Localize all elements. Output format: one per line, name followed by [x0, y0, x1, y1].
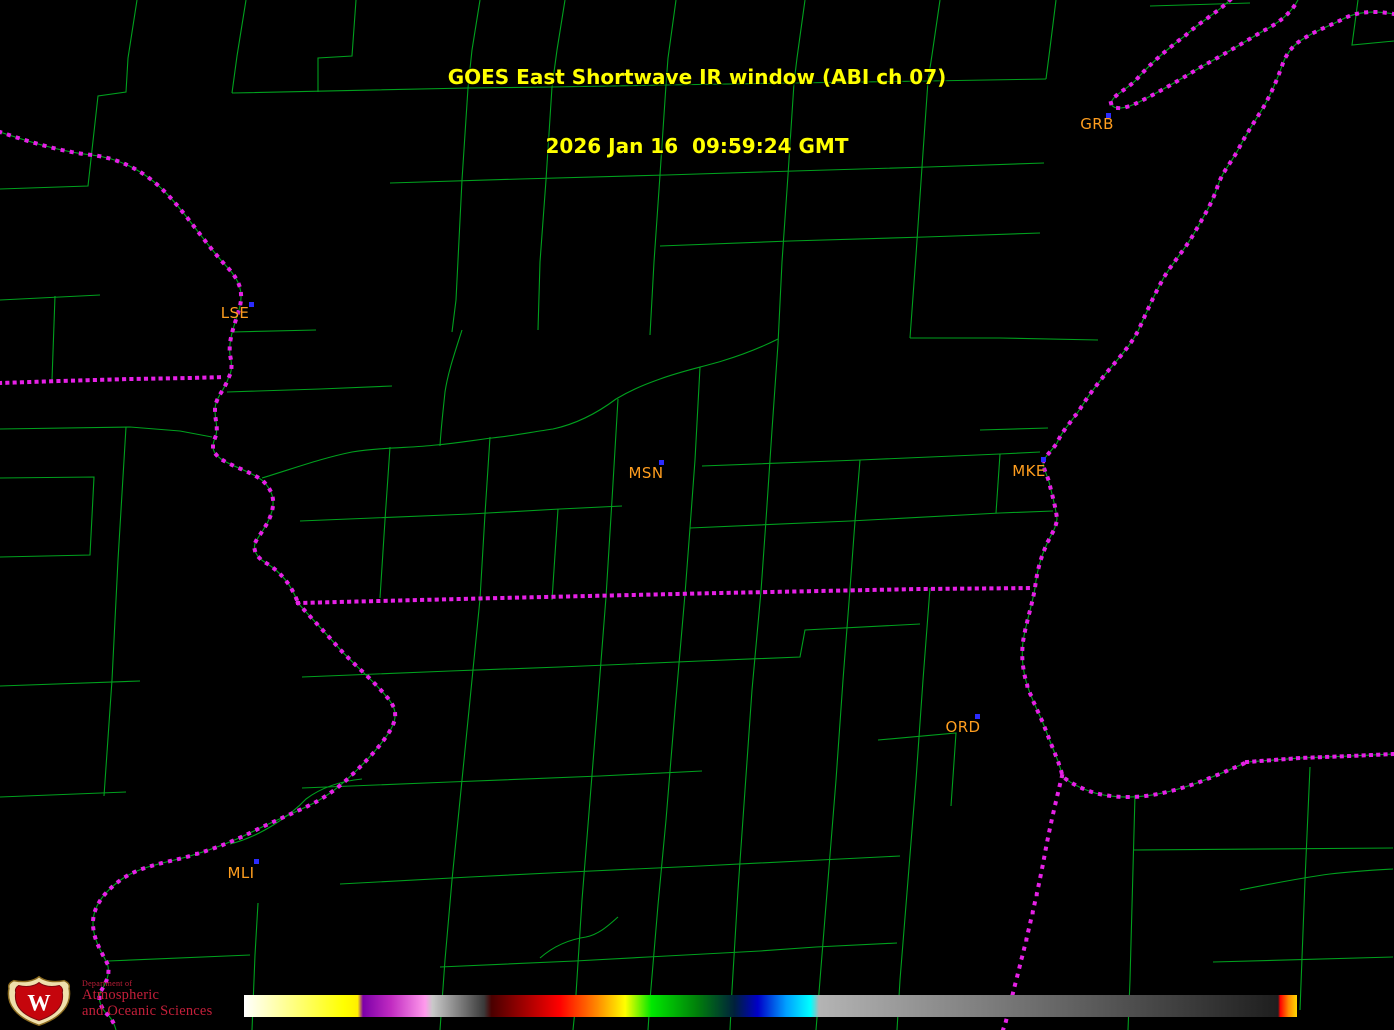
station-dot-LSE	[249, 302, 254, 307]
station-label-MKE: MKE	[1012, 462, 1045, 480]
title-line-2: 2026 Jan 16 09:59:24 GMT	[0, 135, 1394, 158]
logo-name-line1: Atmospheric	[82, 988, 212, 1003]
illinois-indiana-border	[1003, 776, 1062, 1030]
station-label-LSE: LSE	[221, 304, 250, 322]
logo-text: Department of Atmospheric and Oceanic Sc…	[82, 974, 212, 1019]
satellite-map-view: GOES East Shortwave IR window (ABI ch 07…	[0, 0, 1394, 1030]
temperature-colorbar	[244, 995, 1297, 1017]
station-dot-ORD	[975, 714, 980, 719]
station-dot-MKE	[1041, 457, 1046, 462]
station-label-ORD: ORD	[946, 718, 981, 736]
title-line-1: GOES East Shortwave IR window (ABI ch 07…	[0, 66, 1394, 89]
station-dot-MLI	[254, 859, 259, 864]
mississippi-river-border-south	[93, 603, 395, 1030]
wisconsin-illinois-border	[298, 588, 1035, 603]
station-dot-MSN	[659, 460, 664, 465]
image-title: GOES East Shortwave IR window (ABI ch 07…	[0, 20, 1394, 204]
lake-michigan-state-line	[1247, 754, 1394, 762]
station-label-MSN: MSN	[629, 464, 664, 482]
station-dot-GRB	[1106, 113, 1111, 118]
uw-aos-logo: W Department of Atmospheric and Oceanic …	[6, 974, 212, 1028]
station-label-MLI: MLI	[228, 864, 255, 882]
iowa-minnesota-border	[0, 377, 226, 383]
crest-letter: W	[27, 991, 50, 1017]
logo-name-line2: and Oceanic Sciences	[82, 1004, 212, 1019]
uw-crest-icon: W	[6, 974, 72, 1028]
